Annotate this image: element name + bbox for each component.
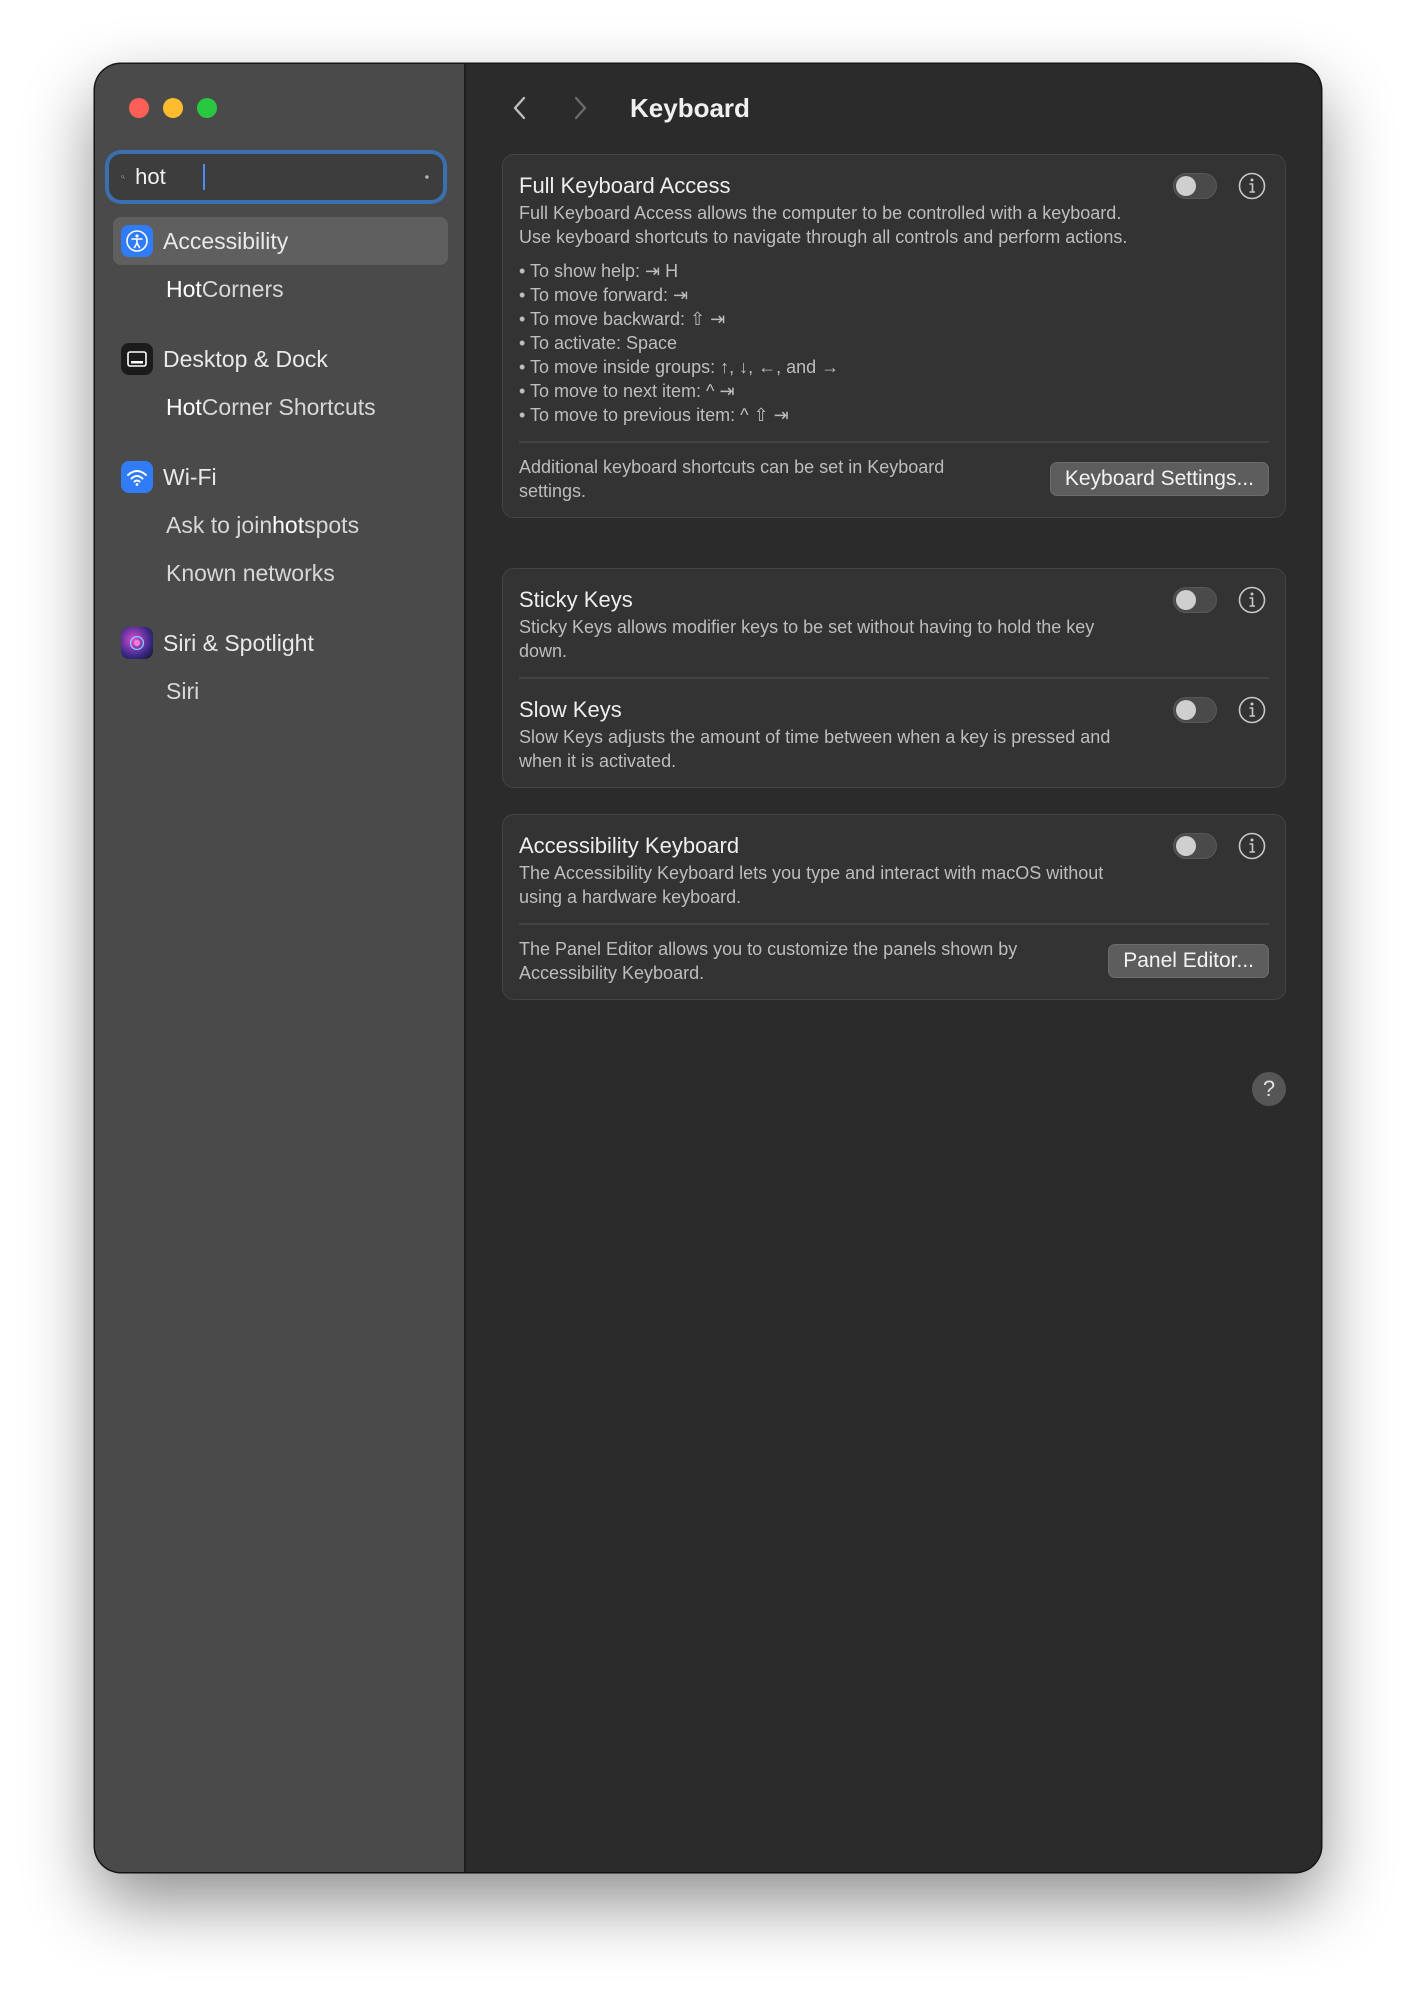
sub-suffix: spots <box>304 511 360 538</box>
shortcut-item: To move inside groups: ↑, ↓, ←, and → <box>519 355 1269 379</box>
sticky-keys-toggle[interactable] <box>1173 587 1217 613</box>
keyboard-settings-footer: Additional keyboard shortcuts can be set… <box>503 443 1285 517</box>
full-keyboard-access-row: Full Keyboard Access Full Keyboard Acces… <box>503 155 1285 427</box>
shortcut-item: To move backward: ⇧ ⇥ <box>519 307 1269 331</box>
match-highlight: Hot <box>166 275 202 302</box>
row-controls <box>1173 585 1267 615</box>
result-label: Desktop & Dock <box>163 345 328 372</box>
match-highlight: hot <box>272 511 305 538</box>
minimize-window-button[interactable] <box>163 98 183 118</box>
footer-text: The Panel Editor allows you to customize… <box>519 938 1018 983</box>
row-controls <box>1173 171 1267 201</box>
slow-keys-row: Slow Keys Slow Keys adjusts the amount o… <box>503 679 1285 773</box>
sidebar: Accessibility Hot Corners Desktop & Dock… <box>95 64 466 1872</box>
info-icon[interactable] <box>1237 171 1267 201</box>
search-field[interactable] <box>109 154 443 200</box>
accessibility-keyboard-row: Accessibility Keyboard The Accessibility… <box>503 815 1285 909</box>
clear-search-icon[interactable] <box>425 165 429 189</box>
page-title: Keyboard <box>630 92 750 123</box>
help-button[interactable]: ? <box>1252 1072 1286 1106</box>
accessibility-keyboard-card: Accessibility Keyboard The Accessibility… <box>502 814 1286 1000</box>
shortcut-list: To show help: ⇥ H To move forward: ⇥ To … <box>519 259 1269 427</box>
row-title: Slow Keys <box>519 696 622 722</box>
sub-suffix: Corners <box>201 275 284 302</box>
row-description: Slow Keys adjusts the amount of time bet… <box>519 726 1111 771</box>
row-title: Accessibility Keyboard <box>519 833 740 858</box>
sticky-keys-row: Sticky Keys Sticky Keys allows modifier … <box>503 569 1285 663</box>
toolbar: Keyboard <box>466 64 1321 152</box>
desktop-dock-icon <box>121 343 153 375</box>
shortcut-item: To show help: ⇥ H <box>519 259 1269 283</box>
chevron-left-icon <box>513 96 526 120</box>
slow-keys-toggle[interactable] <box>1173 696 1217 723</box>
result-known-networks[interactable]: Known networks <box>95 549 464 597</box>
footer-text: Additional keyboard shortcuts can be set… <box>519 456 945 501</box>
result-label: Siri & Spotlight <box>163 629 314 656</box>
result-desktop-dock[interactable]: Desktop & Dock <box>113 335 448 383</box>
match-highlight: Hot <box>166 393 202 420</box>
shortcut-item: To move to next item: ^ ⇥ <box>519 379 1269 403</box>
zoom-window-button[interactable] <box>197 98 217 118</box>
row-controls <box>1173 695 1267 725</box>
result-hot-corners[interactable]: Hot Corners <box>95 265 464 313</box>
result-label: Accessibility <box>163 227 289 254</box>
result-ask-to-join-hotspots[interactable]: Ask to join hot spots <box>95 501 464 549</box>
forward-button[interactable] <box>562 90 598 126</box>
sub-label: Known networks <box>166 559 335 586</box>
panel-editor-button[interactable]: Panel Editor... <box>1108 943 1269 978</box>
info-icon[interactable] <box>1237 695 1267 725</box>
search-results: Accessibility Hot Corners Desktop & Dock… <box>95 217 464 715</box>
close-window-button[interactable] <box>129 98 149 118</box>
result-hot-corner-shortcuts[interactable]: Hot Corner Shortcuts <box>95 383 464 431</box>
result-accessibility[interactable]: Accessibility <box>113 217 448 265</box>
shortcut-item: To move to previous item: ^ ⇧ ⇥ <box>519 403 1269 427</box>
search-icon <box>121 175 125 179</box>
result-label: Wi-Fi <box>163 463 217 490</box>
row-description: Full Keyboard Access allows the computer… <box>519 203 1128 247</box>
key-options-card: Sticky Keys Sticky Keys allows modifier … <box>502 568 1286 788</box>
full-keyboard-access-card: Full Keyboard Access Full Keyboard Acces… <box>502 154 1286 518</box>
siri-icon <box>121 627 153 659</box>
chevron-right-icon <box>574 96 587 120</box>
row-description: Sticky Keys allows modifier keys to be s… <box>519 617 1095 661</box>
full-keyboard-access-toggle[interactable] <box>1173 173 1217 199</box>
content-pane: Keyboard Full Keyboard Access Full Keybo… <box>466 64 1321 1872</box>
row-title: Full Keyboard Access <box>519 173 731 198</box>
settings-window: Accessibility Hot Corners Desktop & Dock… <box>95 64 1321 1872</box>
accessibility-keyboard-toggle[interactable] <box>1173 833 1217 859</box>
result-siri[interactable]: Siri <box>95 667 464 715</box>
shortcut-item: To activate: Space <box>519 331 1269 355</box>
search-input[interactable] <box>133 163 426 191</box>
info-icon[interactable] <box>1237 585 1267 615</box>
text-caret <box>203 164 205 190</box>
wifi-icon <box>121 461 153 493</box>
window-controls <box>129 98 217 118</box>
result-siri-spotlight[interactable]: Siri & Spotlight <box>113 619 448 667</box>
panel-editor-footer: The Panel Editor allows you to customize… <box>503 925 1285 999</box>
accessibility-icon <box>121 225 153 257</box>
row-description: The Accessibility Keyboard lets you type… <box>519 863 1104 907</box>
keyboard-settings-button[interactable]: Keyboard Settings... <box>1049 461 1269 496</box>
result-wifi[interactable]: Wi-Fi <box>113 453 448 501</box>
shortcut-item: To move forward: ⇥ <box>519 283 1269 307</box>
sub-suffix: Corner Shortcuts <box>201 393 376 420</box>
sub-label: Siri <box>166 677 200 704</box>
row-title: Sticky Keys <box>519 587 633 612</box>
row-controls <box>1173 831 1267 861</box>
back-button[interactable] <box>502 90 538 126</box>
sub-prefix: Ask to join <box>166 511 273 538</box>
info-icon[interactable] <box>1237 831 1267 861</box>
